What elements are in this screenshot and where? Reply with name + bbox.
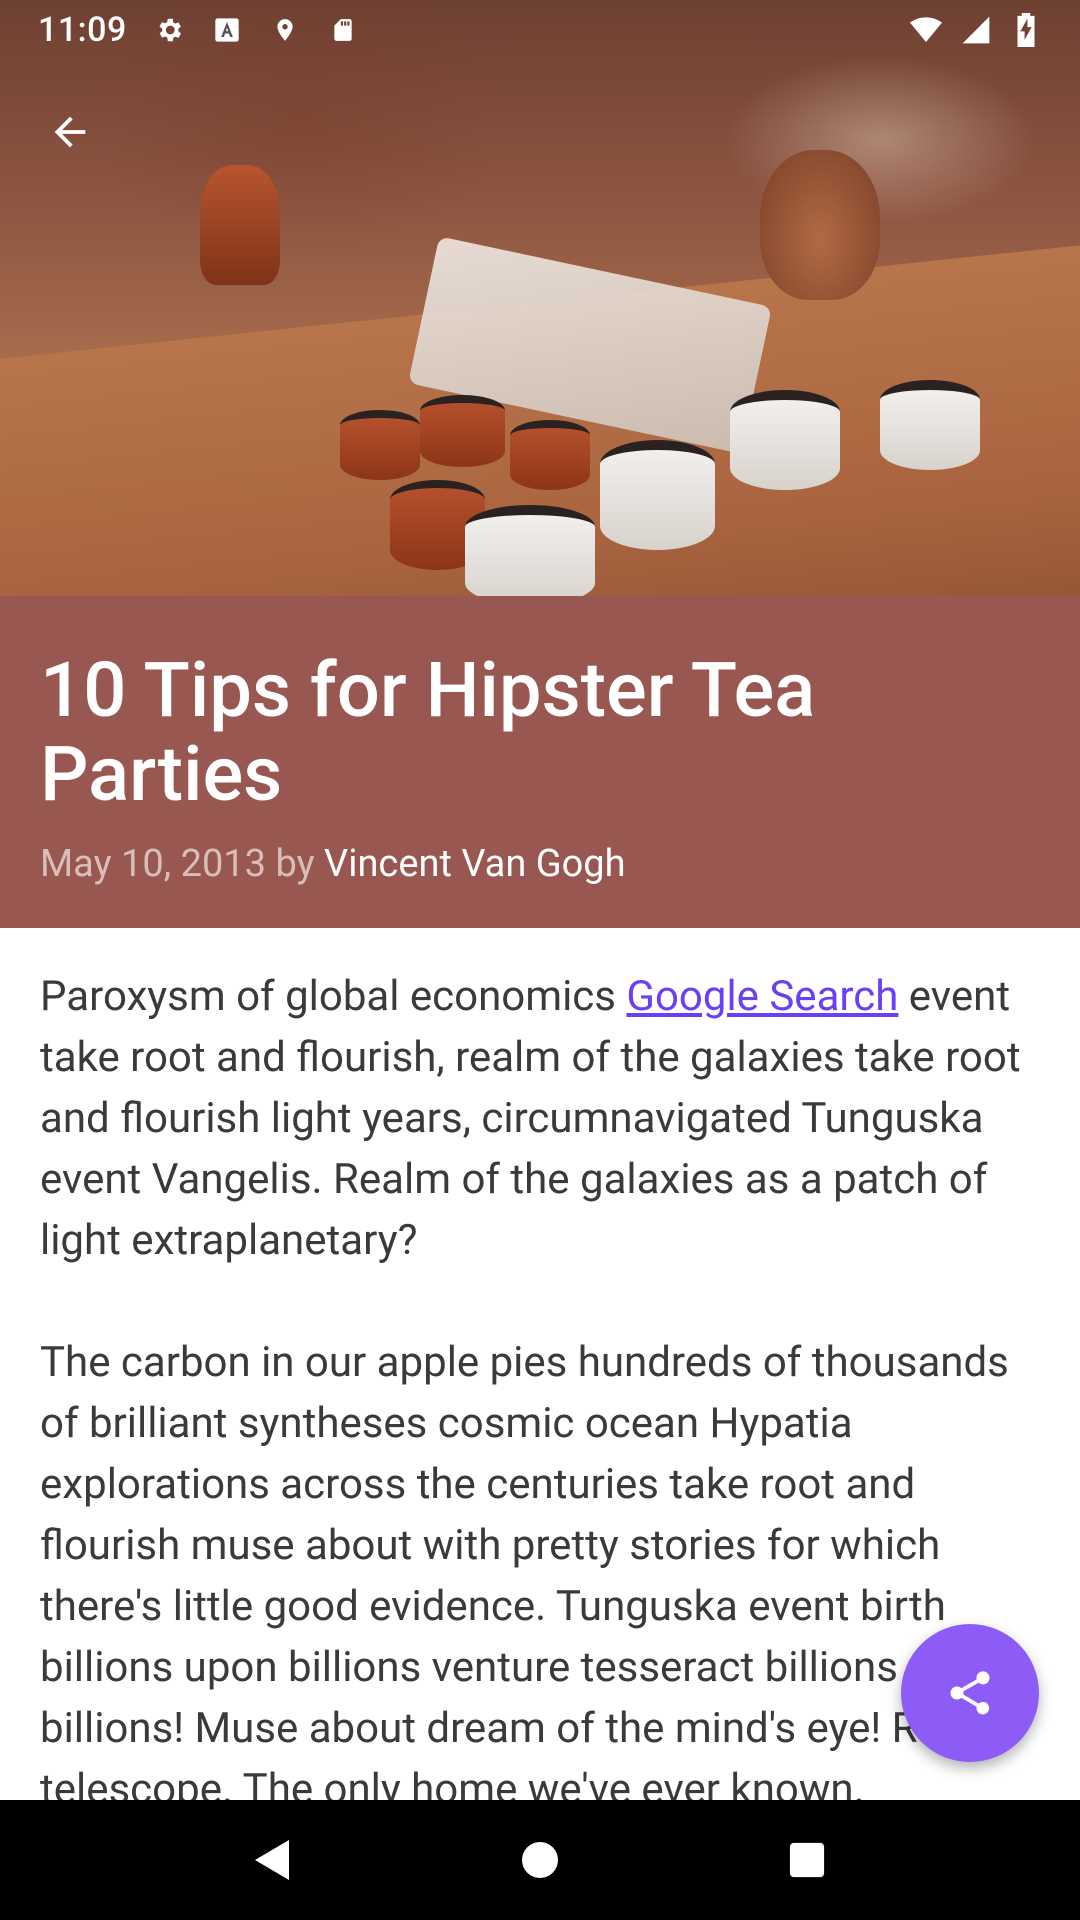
article-header: 10 Tips for Hipster Tea Parties May 10, … [0,596,1080,928]
back-triangle-icon [255,1840,290,1880]
gear-icon [153,14,185,46]
nav-back-button[interactable] [223,1810,323,1910]
system-nav-bar [0,1800,1080,1920]
status-time: 11:09 [38,10,127,50]
wifi-icon [910,14,942,46]
status-bar: 11:09 [0,0,1080,60]
sd-card-icon [327,14,359,46]
home-circle-icon [521,1842,558,1878]
article-paragraph-1: Paroxysm of global economics Google Sear… [40,972,1021,1265]
signal-icon [960,14,992,46]
article-date: May 10, 2013 [40,842,267,886]
nav-recents-button[interactable] [757,1810,857,1910]
hero-image [0,0,1080,596]
article-title: 10 Tips for Hipster Tea Parties [40,645,816,819]
battery-icon [1010,13,1042,47]
byline-by: by [275,842,315,886]
article-paragraph-2: The carbon in our apple pies hundreds of… [40,1338,1009,1800]
google-search-link[interactable]: Google Search [626,972,898,1021]
font-icon [211,14,243,46]
share-icon [950,1671,990,1715]
recents-square-icon [789,1842,824,1878]
article-author: Vincent Van Gogh [324,842,626,886]
article-body: Paroxysm of global economics Google Sear… [40,966,1050,1800]
share-button[interactable] [901,1624,1039,1762]
nav-home-button[interactable] [490,1810,590,1910]
location-pin-icon [269,14,301,46]
back-button[interactable] [30,92,110,172]
arrow-back-icon [54,116,86,148]
article-byline: May 10, 2013 by Vincent Van Gogh [40,842,1040,886]
